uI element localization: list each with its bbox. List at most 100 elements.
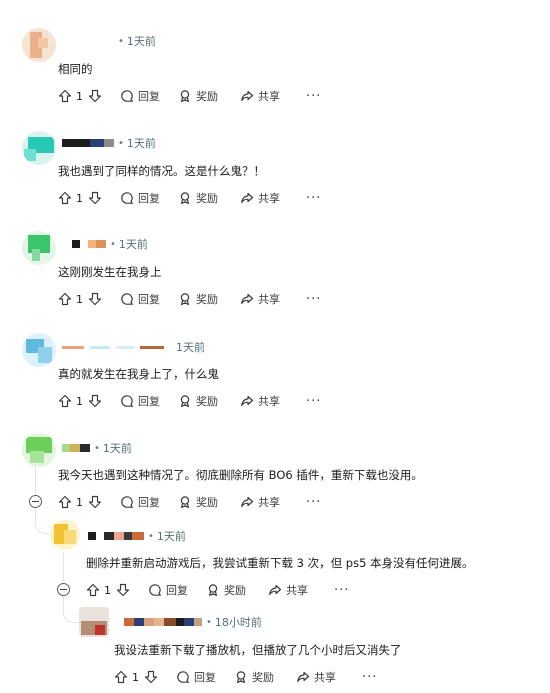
more-options-button[interactable]: ··· — [306, 292, 321, 307]
share-label: 共享 — [258, 192, 280, 205]
arrow-up-icon[interactable] — [58, 292, 72, 306]
meta-separator: • — [110, 238, 116, 250]
arrow-down-icon[interactable] — [144, 670, 158, 684]
reply-button[interactable]: 回复 — [148, 582, 188, 598]
share-arrow-icon — [240, 495, 254, 509]
share-label: 共享 — [314, 671, 336, 684]
comment-actions: 1 回复 奖励 共享 ··· — [58, 289, 321, 309]
arrow-up-icon[interactable] — [58, 394, 72, 408]
chat-bubble-icon — [176, 670, 190, 684]
vote-count: 1 — [76, 292, 83, 306]
share-arrow-icon — [240, 394, 254, 408]
award-button[interactable]: 奖励 — [178, 291, 218, 307]
comment-timestamp: 1天前 — [176, 341, 205, 354]
share-button[interactable]: 共享 — [240, 88, 280, 104]
reply-label: 回复 — [138, 395, 160, 408]
vote-control: 1 — [86, 583, 130, 597]
user-avatar[interactable] — [22, 433, 56, 467]
share-button[interactable]: 共享 — [296, 669, 336, 685]
award-icon — [178, 292, 192, 306]
comment-actions: 1 回复 奖励 共享 ··· — [114, 667, 377, 687]
comment-thread: • 1天前 相同的 1 回复 奖励 共享 ··· • 1天前 我也遇到了同样的情… — [0, 0, 550, 693]
vote-count: 1 — [132, 670, 139, 684]
arrow-down-icon[interactable] — [88, 89, 102, 103]
meta-separator: • — [94, 442, 100, 454]
comment-meta: • 1天前 — [88, 528, 186, 544]
comment-body: 我今天也遇到这种情况了。彻底删除所有 BO6 插件，重新下载也没用。 — [58, 468, 423, 482]
more-options-button[interactable]: ··· — [306, 191, 321, 206]
vote-control: 1 — [58, 191, 102, 205]
share-button[interactable]: 共享 — [240, 393, 280, 409]
comment-meta: • 18小时前 — [124, 614, 262, 630]
share-label: 共享 — [258, 496, 280, 509]
reply-button[interactable]: 回复 — [120, 291, 160, 307]
minus-circle-icon[interactable] — [29, 495, 42, 508]
comment-body: 真的就发生在我身上了，什么鬼 — [58, 367, 219, 381]
award-label: 奖励 — [196, 395, 218, 408]
thread-line — [63, 552, 64, 582]
user-avatar[interactable] — [79, 607, 109, 637]
user-avatar[interactable] — [22, 131, 56, 165]
arrow-up-icon[interactable] — [58, 495, 72, 509]
share-label: 共享 — [258, 293, 280, 306]
reply-button[interactable]: 回复 — [120, 190, 160, 206]
minus-circle-icon[interactable] — [57, 583, 70, 596]
vote-count: 1 — [76, 191, 83, 205]
award-button[interactable]: 奖励 — [178, 393, 218, 409]
more-options-button[interactable]: ··· — [362, 670, 377, 685]
meta-separator: • — [118, 137, 124, 149]
more-options-button[interactable]: ··· — [334, 583, 349, 598]
share-label: 共享 — [258, 395, 280, 408]
comment-meta: • 1天前 — [62, 135, 156, 151]
arrow-up-icon[interactable] — [86, 583, 100, 597]
arrow-up-icon[interactable] — [114, 670, 128, 684]
user-avatar[interactable] — [22, 333, 56, 367]
chat-bubble-icon — [120, 394, 134, 408]
vote-control: 1 — [58, 292, 102, 306]
share-arrow-icon — [268, 583, 282, 597]
user-avatar[interactable] — [50, 520, 80, 550]
award-button[interactable]: 奖励 — [234, 669, 274, 685]
more-options-button[interactable]: ··· — [306, 495, 321, 510]
comment-body: 这刚刚发生在我身上 — [58, 265, 162, 279]
arrow-up-icon[interactable] — [58, 89, 72, 103]
comment-actions: 1 回复 奖励 共享 ··· — [58, 391, 321, 411]
share-arrow-icon — [240, 191, 254, 205]
more-options-button[interactable]: ··· — [306, 394, 321, 409]
more-options-button[interactable]: ··· — [306, 89, 321, 104]
reply-label: 回复 — [138, 90, 160, 103]
arrow-down-icon[interactable] — [116, 583, 130, 597]
share-button[interactable]: 共享 — [240, 291, 280, 307]
comment-timestamp: 1天前 — [126, 137, 156, 150]
reply-label: 回复 — [138, 293, 160, 306]
arrow-down-icon[interactable] — [88, 394, 102, 408]
chat-bubble-icon — [120, 89, 134, 103]
arrow-down-icon[interactable] — [88, 495, 102, 509]
chat-bubble-icon — [120, 191, 134, 205]
award-button[interactable]: 奖励 — [178, 494, 218, 510]
reply-label: 回复 — [194, 671, 216, 684]
share-button[interactable]: 共享 — [240, 494, 280, 510]
reply-label: 回复 — [138, 192, 160, 205]
reply-label: 回复 — [166, 584, 188, 597]
user-avatar[interactable] — [22, 28, 56, 62]
comment-timestamp: 1天前 — [126, 35, 156, 48]
comment-body: 删除并重新启动游戏后，我尝试重新下载 3 次，但 ps5 本身没有任何进展。 — [86, 556, 474, 570]
award-icon — [234, 670, 248, 684]
arrow-up-icon[interactable] — [58, 191, 72, 205]
award-icon — [178, 495, 192, 509]
award-button[interactable]: 奖励 — [206, 582, 246, 598]
reply-button[interactable]: 回复 — [120, 393, 160, 409]
reply-button[interactable]: 回复 — [120, 88, 160, 104]
award-label: 奖励 — [196, 90, 218, 103]
username-redacted — [72, 239, 106, 249]
share-button[interactable]: 共享 — [268, 582, 308, 598]
reply-button[interactable]: 回复 — [120, 494, 160, 510]
user-avatar[interactable] — [22, 231, 56, 265]
arrow-down-icon[interactable] — [88, 292, 102, 306]
arrow-down-icon[interactable] — [88, 191, 102, 205]
reply-button[interactable]: 回复 — [176, 669, 216, 685]
share-button[interactable]: 共享 — [240, 190, 280, 206]
award-button[interactable]: 奖励 — [178, 190, 218, 206]
award-button[interactable]: 奖励 — [178, 88, 218, 104]
